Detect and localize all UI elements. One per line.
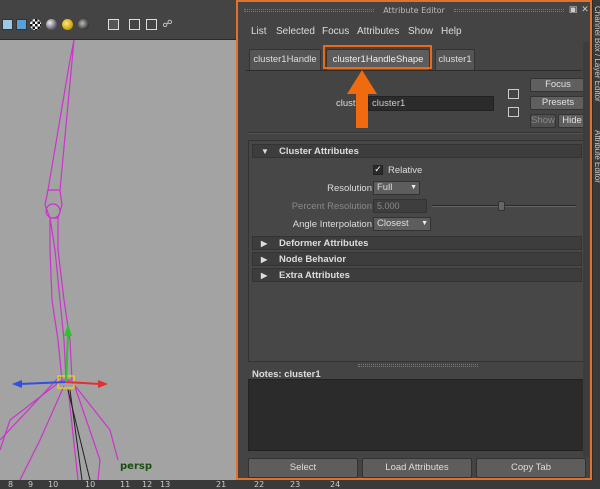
angle-interpolation-label: Angle Interpolation xyxy=(292,219,372,230)
viewport-canvas[interactable] xyxy=(0,40,236,480)
xray-joints-icon[interactable] xyxy=(146,19,157,30)
presets-button[interactable]: Presets xyxy=(530,96,586,110)
slider-handle[interactable] xyxy=(498,201,505,211)
frame-separator xyxy=(248,132,582,134)
viewport-toolbar: ☍ xyxy=(0,0,236,40)
section-title: Deformer Attributes xyxy=(279,238,369,249)
ruler-tick: 21 xyxy=(216,480,227,489)
ruler-tick: 13 xyxy=(160,480,171,489)
expand-arrow-icon: ▶ xyxy=(261,255,268,264)
relative-checkbox[interactable]: ✓ xyxy=(373,165,383,175)
ruler-tick: 10 xyxy=(48,480,59,489)
load-attributes-button[interactable]: Load Attributes xyxy=(362,458,472,478)
dock-tab-channel-box[interactable]: Channel Box / Layer Editor xyxy=(593,6,600,102)
copy-tab-button[interactable]: Copy Tab xyxy=(476,458,586,478)
attribute-sections: ▼ Cluster Attributes ✓ Relative Resoluti… xyxy=(248,140,586,362)
node-name-field[interactable]: cluster1 xyxy=(368,96,494,111)
camera-label: persp xyxy=(120,461,152,472)
angle-interpolation-value: Closest xyxy=(377,218,409,229)
menu-attributes[interactable]: Attributes xyxy=(357,26,399,37)
shaded-sphere-icon[interactable] xyxy=(46,19,57,30)
dock-tab-attribute-editor[interactable]: Attribute Editor xyxy=(593,130,600,183)
select-node-icon[interactable] xyxy=(508,89,519,99)
menu-focus[interactable]: Focus xyxy=(322,26,349,37)
skeleton-wireframe xyxy=(0,40,119,480)
xray-icon[interactable] xyxy=(129,19,140,30)
ruler-tick: 10 xyxy=(85,480,96,489)
close-icon[interactable]: ✕ xyxy=(580,5,590,15)
notes-drag-handle[interactable] xyxy=(358,364,478,367)
shading-cube-icon[interactable] xyxy=(2,19,13,30)
cluster-attributes-body: ✓ Relative Resolution Full ▼ Percent Res… xyxy=(252,159,582,239)
percent-resolution-label: Percent Resolution xyxy=(291,201,372,212)
tab-cluster1[interactable]: cluster1 xyxy=(435,49,475,70)
right-dock: Channel Box / Layer Editor Attribute Edi… xyxy=(592,0,600,480)
hide-button[interactable]: Hide xyxy=(558,114,586,128)
menu-selected[interactable]: Selected xyxy=(276,26,315,37)
menu-bar: List Selected Focus Attributes Show Help xyxy=(238,24,590,42)
tab-highlight-box xyxy=(323,45,432,69)
focus-button[interactable]: Focus xyxy=(530,78,586,92)
checker-icon[interactable] xyxy=(30,19,41,30)
ruler-tick: 8 xyxy=(8,480,14,489)
relative-label: Relative xyxy=(388,165,423,176)
tab-cluster1handle[interactable]: cluster1Handle xyxy=(249,49,321,70)
isolate-select-icon[interactable] xyxy=(108,19,119,30)
resolution-value: Full xyxy=(377,182,393,193)
attribute-editor-panel: Attribute Editor ▣ ✕ List Selected Focus… xyxy=(236,0,592,480)
share-icon[interactable]: ☍ xyxy=(162,19,173,30)
resolution-label: Resolution xyxy=(327,183,372,194)
angle-interpolation-dropdown[interactable]: Closest ▼ xyxy=(373,217,431,231)
float-window-icon[interactable]: ▣ xyxy=(568,5,578,15)
shadow-icon[interactable] xyxy=(78,19,89,30)
light-icon[interactable] xyxy=(62,19,73,30)
scrollbar[interactable] xyxy=(583,42,589,457)
attribute-editor-titlebar[interactable]: Attribute Editor ▣ ✕ xyxy=(238,2,590,19)
drag-handle[interactable] xyxy=(454,9,564,12)
viewport-panel[interactable]: ☍ persp xyxy=(0,0,236,489)
percent-resolution-field[interactable]: 5.000 xyxy=(373,199,427,213)
section-extra-attributes[interactable]: ▶ Extra Attributes xyxy=(252,268,582,282)
tab-divider xyxy=(246,70,582,71)
cluster-handle xyxy=(12,324,108,480)
collapse-arrow-icon: ▼ xyxy=(261,147,269,156)
menu-show[interactable]: Show xyxy=(408,26,433,37)
resolution-dropdown[interactable]: Full ▼ xyxy=(373,181,420,195)
ruler-tick: 24 xyxy=(330,480,341,489)
ruler-tick: 11 xyxy=(120,480,131,489)
section-deformer-attributes[interactable]: ▶ Deformer Attributes xyxy=(252,236,582,250)
time-ruler[interactable]: 8 9 10 10 11 12 13 21 22 23 24 xyxy=(0,480,600,489)
select-button[interactable]: Select xyxy=(248,458,358,478)
section-node-behavior[interactable]: ▶ Node Behavior xyxy=(252,252,582,266)
drag-handle[interactable] xyxy=(244,9,374,12)
chevron-down-icon: ▼ xyxy=(421,220,428,227)
expand-arrow-icon: ▶ xyxy=(261,239,268,248)
ruler-tick: 22 xyxy=(254,480,265,489)
go-to-output-icon[interactable] xyxy=(508,107,519,117)
section-title: Node Behavior xyxy=(279,254,347,265)
textured-cube-icon[interactable] xyxy=(16,19,27,30)
section-title: Cluster Attributes xyxy=(279,146,359,157)
notes-textarea[interactable] xyxy=(248,379,586,451)
expand-arrow-icon: ▶ xyxy=(261,271,268,280)
chevron-down-icon: ▼ xyxy=(410,184,417,191)
menu-help[interactable]: Help xyxy=(441,26,462,37)
section-title: Extra Attributes xyxy=(279,270,350,281)
callout-arrow-icon xyxy=(347,70,377,128)
menu-list[interactable]: List xyxy=(251,26,267,37)
section-cluster-attributes[interactable]: ▼ Cluster Attributes xyxy=(252,144,582,158)
ruler-tick: 23 xyxy=(290,480,301,489)
ruler-tick: 9 xyxy=(28,480,34,489)
window-title: Attribute Editor xyxy=(383,6,445,15)
show-button[interactable]: Show xyxy=(530,114,556,128)
ruler-tick: 12 xyxy=(142,480,153,489)
